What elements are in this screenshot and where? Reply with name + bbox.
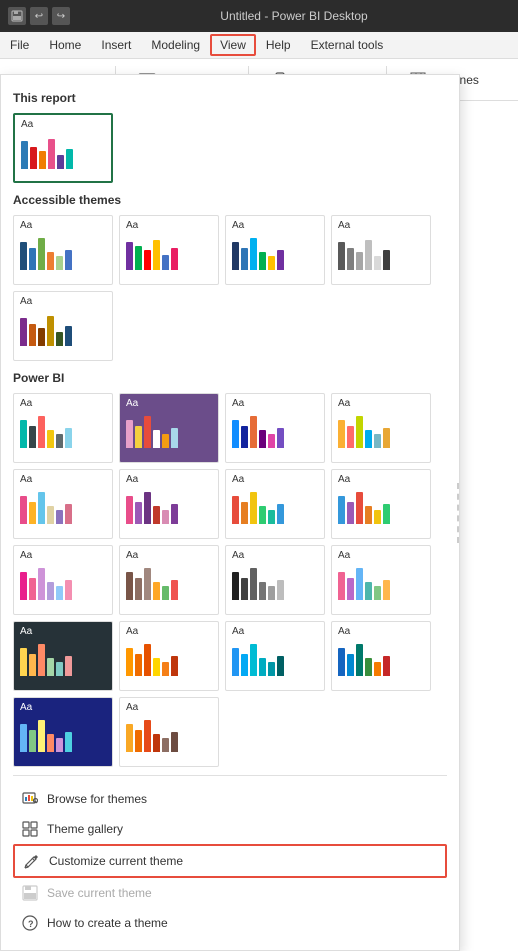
browse-themes-label: Browse for themes — [47, 792, 147, 806]
pbi-theme-9[interactable]: Aa — [119, 545, 219, 615]
pbi-theme-4[interactable]: Aa — [13, 469, 113, 539]
save-theme-label: Save current theme — [47, 886, 152, 900]
save-icon[interactable] — [8, 7, 26, 25]
customize-theme-action[interactable]: Customize current theme — [13, 844, 447, 878]
browse-themes-icon — [21, 790, 39, 808]
theme-card-this-report-0[interactable]: Aa — [13, 113, 113, 183]
redo-icon[interactable]: ↪ — [52, 7, 70, 25]
accessible-theme-3[interactable]: Aa — [331, 215, 431, 285]
pbi-theme-15[interactable]: Aa — [331, 621, 431, 691]
pbi-theme-13[interactable]: Aa — [119, 621, 219, 691]
power-bi-grid: Aa Aa — [13, 393, 447, 767]
save-theme-icon — [21, 884, 39, 902]
customize-theme-label: Customize current theme — [49, 854, 183, 868]
theme-gallery-icon — [21, 820, 39, 838]
accessible-themes-grid: Aa Aa — [13, 215, 447, 361]
accessible-theme-2[interactable]: Aa — [225, 215, 325, 285]
pbi-theme-6[interactable]: Aa — [225, 469, 325, 539]
menu-view[interactable]: View — [210, 34, 256, 56]
pbi-theme-2[interactable]: Aa — [225, 393, 325, 463]
pbi-theme-3[interactable]: Aa — [331, 393, 431, 463]
mini-bars — [21, 133, 73, 169]
pbi-theme-11[interactable]: Aa — [331, 545, 431, 615]
accessible-themes-label: Accessible themes — [13, 193, 447, 207]
pbi-theme-17[interactable]: Aa — [119, 697, 219, 767]
pbi-theme-16[interactable]: Aa — [13, 697, 113, 767]
undo-icon[interactable]: ↩ — [30, 7, 48, 25]
dotted-border-indicator — [457, 483, 459, 543]
menu-insert[interactable]: Insert — [91, 34, 141, 56]
menu-bar: File Home Insert Modeling View Help Exte… — [0, 32, 518, 59]
title-bar-icons: ↩ ↪ — [8, 7, 70, 25]
menu-help[interactable]: Help — [256, 34, 301, 56]
pbi-theme-5[interactable]: Aa — [119, 469, 219, 539]
theme-gallery-action[interactable]: Theme gallery — [13, 814, 447, 844]
pbi-theme-0[interactable]: Aa — [13, 393, 113, 463]
howto-theme-icon: ? — [21, 914, 39, 932]
theme-gallery-label: Theme gallery — [47, 822, 123, 836]
save-theme-action: Save current theme — [13, 878, 447, 908]
this-report-grid: Aa — [13, 113, 447, 183]
howto-theme-label: How to create a theme — [47, 916, 168, 930]
divider-1 — [13, 775, 447, 776]
howto-theme-action[interactable]: ? How to create a theme — [13, 908, 447, 938]
menu-home[interactable]: Home — [39, 34, 91, 56]
power-bi-label: Power BI — [13, 371, 447, 385]
theme-card-label: Aa — [21, 119, 33, 130]
themes-dropdown-panel: This report Aa Accessible themes Aa — [0, 74, 460, 951]
browse-themes-action[interactable]: Browse for themes — [13, 784, 447, 814]
pbi-theme-10[interactable]: Aa — [225, 545, 325, 615]
pbi-theme-14[interactable]: Aa — [225, 621, 325, 691]
pbi-theme-12[interactable]: Aa — [13, 621, 113, 691]
svg-text:?: ? — [28, 919, 34, 929]
accessible-theme-4[interactable]: Aa — [13, 291, 113, 361]
menu-modeling[interactable]: Modeling — [141, 34, 210, 56]
window-title: Untitled - Power BI Desktop — [78, 9, 510, 23]
pbi-theme-7[interactable]: Aa — [331, 469, 431, 539]
accessible-theme-1[interactable]: Aa — [119, 215, 219, 285]
customize-theme-icon — [23, 852, 41, 870]
pbi-theme-1[interactable]: Aa — [119, 393, 219, 463]
this-report-label: This report — [13, 91, 447, 105]
accessible-theme-0[interactable]: Aa — [13, 215, 113, 285]
menu-external-tools[interactable]: External tools — [301, 34, 394, 56]
menu-file[interactable]: File — [0, 34, 39, 56]
title-bar: ↩ ↪ Untitled - Power BI Desktop — [0, 0, 518, 32]
pbi-theme-8[interactable]: Aa — [13, 545, 113, 615]
